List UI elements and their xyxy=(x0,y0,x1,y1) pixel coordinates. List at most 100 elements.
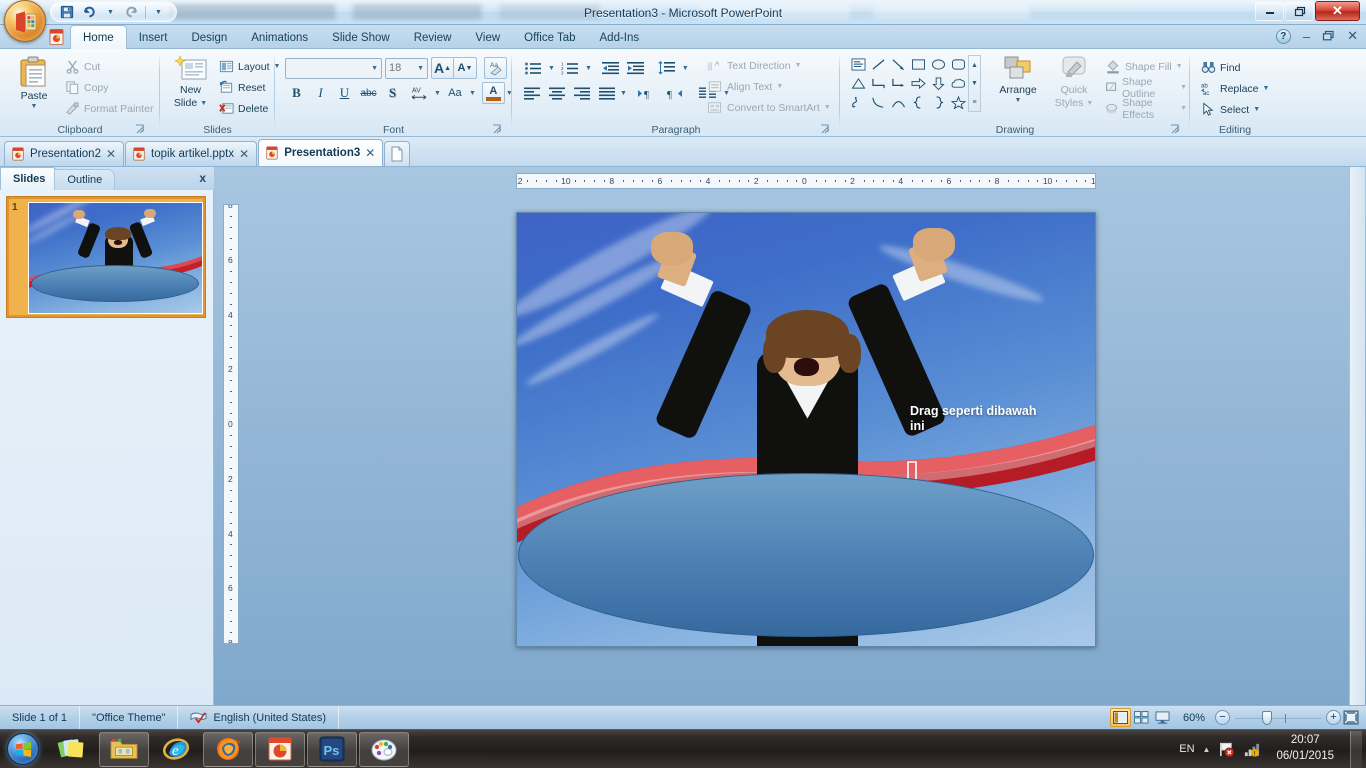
shape-effects-button[interactable]: Shape Effects ▼ xyxy=(1102,97,1190,121)
slide-canvas[interactable]: Drag seperti dibawah ini xyxy=(516,212,1096,647)
language-status[interactable]: English (United States) xyxy=(178,705,339,730)
shape-outline-button[interactable]: Shape Outline ▼ xyxy=(1102,76,1190,100)
close-button[interactable]: ✕ xyxy=(1315,1,1360,21)
flag-alert-icon[interactable] xyxy=(1218,741,1235,758)
undo-button[interactable] xyxy=(79,4,98,21)
save-button[interactable] xyxy=(57,4,76,21)
shape-arrow[interactable] xyxy=(888,55,908,74)
shapes-more[interactable]: ≡ xyxy=(969,93,980,111)
new-slide-dropdown-caret[interactable]: ▼ xyxy=(200,100,207,107)
tab-office-tab[interactable]: Office Tab xyxy=(512,27,587,49)
justify-caret[interactable]: ▼ xyxy=(620,90,627,97)
start-button[interactable] xyxy=(0,731,46,768)
shape-elbow-connector[interactable] xyxy=(868,74,888,93)
theme-name[interactable]: "Office Theme" xyxy=(80,705,179,730)
align-right-button[interactable] xyxy=(570,82,593,104)
normal-view-button[interactable] xyxy=(1110,708,1131,727)
tab-add-ins[interactable]: Add-Ins xyxy=(588,27,652,49)
slides-pane-close-button[interactable]: x xyxy=(199,171,206,185)
doc-tab-close-button[interactable]: ✕ xyxy=(106,147,116,161)
ribbon-close-button[interactable]: ✕ xyxy=(1347,28,1358,44)
shape-scribble[interactable] xyxy=(848,93,868,112)
drawing-dialog-launcher[interactable] xyxy=(1170,124,1181,135)
office-button[interactable] xyxy=(4,0,46,42)
shape-right-brace[interactable] xyxy=(928,93,948,112)
font-dialog-launcher[interactable] xyxy=(492,124,503,135)
shape-left-brace[interactable] xyxy=(908,93,928,112)
tray-show-hidden-icons-button[interactable]: ▲ xyxy=(1203,745,1211,754)
shape-effects-caret[interactable]: ▼ xyxy=(1180,105,1187,112)
underline-button[interactable]: U xyxy=(333,82,356,104)
taskbar-internet-explorer[interactable]: e xyxy=(151,732,201,767)
tab-animations[interactable]: Animations xyxy=(239,27,320,49)
font-name-input[interactable]: ▼ xyxy=(285,57,382,79)
shapes-scroll-down[interactable]: ▼ xyxy=(969,75,980,93)
shapes-scrollbar[interactable]: ▲ ▼ ≡ xyxy=(968,55,981,112)
shape-rounded-rectangle[interactable] xyxy=(948,55,968,74)
numbering-button[interactable]: 1 2 3 xyxy=(557,57,583,79)
shape-oval[interactable] xyxy=(928,55,948,74)
line-spacing-button[interactable] xyxy=(654,57,680,79)
shape-triangle[interactable] xyxy=(848,74,868,93)
bullets-button[interactable] xyxy=(520,57,546,79)
minimize-button[interactable] xyxy=(1255,1,1284,21)
ribbon-restore-button[interactable] xyxy=(1322,30,1335,42)
doc-tab-close-button[interactable]: ✕ xyxy=(239,147,249,161)
paste-button[interactable]: Paste ▼ xyxy=(8,55,60,110)
grow-font-button[interactable]: A ▲ xyxy=(431,57,454,79)
shape-fill-caret[interactable]: ▼ xyxy=(1176,63,1183,70)
pane-tab-outline[interactable]: Outline xyxy=(54,169,116,190)
undo-dropdown-button[interactable]: ▼ xyxy=(101,4,120,21)
strikethrough-button[interactable]: abc xyxy=(357,82,380,104)
redo-button[interactable] xyxy=(123,4,142,21)
doc-tab-topik-artikel[interactable]: topik artikel.pptx ✕ xyxy=(125,141,258,166)
align-text-caret[interactable]: ▼ xyxy=(776,83,783,90)
slide-counter[interactable]: Slide 1 of 1 xyxy=(0,705,81,730)
taskbar-paint[interactable] xyxy=(359,731,409,767)
decrease-indent-button[interactable] xyxy=(599,57,622,79)
oval-shape[interactable] xyxy=(518,472,1094,638)
paste-dropdown-caret[interactable]: ▼ xyxy=(31,103,38,110)
restore-button[interactable] xyxy=(1285,1,1314,21)
replace-caret[interactable]: ▼ xyxy=(1263,85,1270,92)
cut-button[interactable]: Cut xyxy=(62,56,156,77)
taskbar-sticky-notes[interactable] xyxy=(47,732,97,767)
shape-rectangle[interactable] xyxy=(908,55,928,74)
tab-insert[interactable]: Insert xyxy=(127,27,180,49)
new-document-tab-button[interactable] xyxy=(384,141,411,166)
shape-star[interactable] xyxy=(948,93,968,112)
shape-outline-caret[interactable]: ▼ xyxy=(1180,84,1187,91)
fit-to-window-button[interactable] xyxy=(1341,709,1360,726)
doc-tab-close-button[interactable]: ✕ xyxy=(365,146,375,160)
shape-elbow-arrow[interactable] xyxy=(888,74,908,93)
taskbar-photoshop[interactable]: Ps xyxy=(307,731,357,767)
italic-button[interactable]: I xyxy=(309,82,332,104)
ribbon-minimize-button[interactable]: ‒ xyxy=(1303,29,1310,44)
slide-thumbnail-1[interactable]: 1 xyxy=(7,197,205,317)
quick-styles-caret[interactable]: ▼ xyxy=(1086,100,1093,107)
justify-button[interactable] xyxy=(595,82,618,104)
shape-curve[interactable] xyxy=(868,93,888,112)
help-button[interactable]: ? xyxy=(1275,28,1291,44)
rtl-text-button[interactable]: ¶ xyxy=(662,82,688,104)
shape-line[interactable] xyxy=(868,55,888,74)
network-icon[interactable]: ! xyxy=(1243,741,1260,758)
align-left-button[interactable] xyxy=(520,82,543,104)
quick-styles-button[interactable]: Quick Styles ▼ xyxy=(1048,55,1100,109)
main-vertical-scrollbar[interactable] xyxy=(1349,167,1365,705)
paragraph-dialog-launcher[interactable] xyxy=(820,124,831,135)
bullets-caret[interactable]: ▼ xyxy=(548,65,555,72)
customize-qat-button[interactable]: ▼ xyxy=(149,4,168,21)
shape-down-arrow[interactable] xyxy=(928,74,948,93)
shape-right-arrow[interactable] xyxy=(908,74,928,93)
slide-show-view-button[interactable] xyxy=(1152,708,1173,727)
slide-annotation-text[interactable]: Drag seperti dibawah ini xyxy=(910,404,1083,435)
change-case-caret[interactable]: ▼ xyxy=(469,90,476,97)
numbering-caret[interactable]: ▼ xyxy=(585,65,592,72)
font-color-button[interactable]: A xyxy=(481,82,505,104)
slide-sorter-view-button[interactable] xyxy=(1131,708,1152,727)
show-desktop-button[interactable] xyxy=(1350,730,1362,768)
convert-to-smartart-button[interactable]: Convert to SmartArt ▼ xyxy=(704,97,834,118)
align-center-button[interactable] xyxy=(545,82,568,104)
shrink-font-button[interactable]: A ▼ xyxy=(454,57,477,79)
